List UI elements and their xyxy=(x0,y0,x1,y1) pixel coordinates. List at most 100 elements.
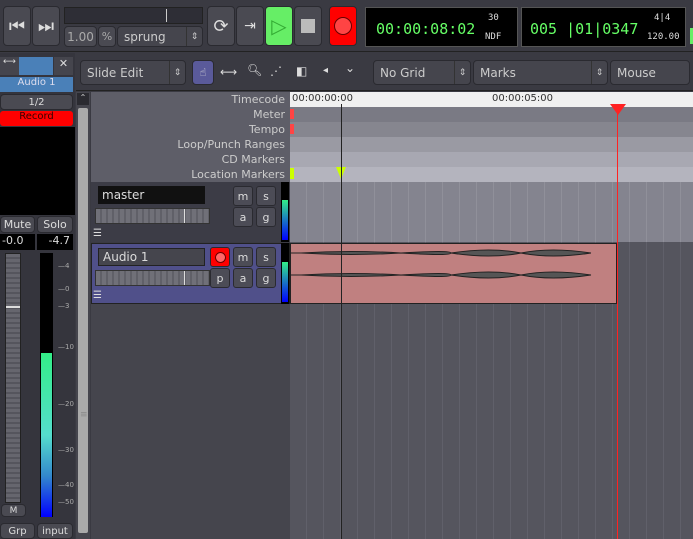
shuttle-unit[interactable]: % xyxy=(98,26,116,47)
play-range-button[interactable]: ⇥ xyxy=(236,6,264,46)
tempo-ruler[interactable] xyxy=(290,122,693,137)
meter-ruler[interactable] xyxy=(290,107,693,122)
stretch-tool-icon[interactable]: ◧ xyxy=(296,64,307,78)
primary-clock[interactable]: 00:00:08:02 30 NDF xyxy=(365,7,518,47)
solo-button[interactable]: s xyxy=(256,186,276,206)
secondary-clock-value: 005 |01|0347 xyxy=(530,20,639,38)
group-button[interactable]: g xyxy=(256,207,276,227)
timecode-ruler[interactable]: 00:00:00:00 00:00:05:00 xyxy=(290,92,693,107)
record-arm-button[interactable]: Record xyxy=(0,111,73,126)
vertical-scrollbar[interactable]: ⌃ xyxy=(76,92,90,539)
snap-label: Marks xyxy=(480,65,516,80)
grid-select[interactable]: No Grid ⇕ xyxy=(373,60,471,85)
gain-fader[interactable] xyxy=(5,253,21,503)
play-button[interactable]: ▷ xyxy=(265,6,293,46)
draw-tool-icon[interactable]: ⋰ xyxy=(270,64,282,78)
shuttle-mode-label: sprung xyxy=(124,29,166,44)
edit-point-label: Mouse xyxy=(617,65,656,80)
meter-point-button[interactable]: M xyxy=(1,504,26,517)
playhead-marker[interactable] xyxy=(610,104,626,115)
mute-button[interactable]: m xyxy=(233,186,253,206)
loop-punch-ruler[interactable] xyxy=(290,137,693,152)
solo-button[interactable]: Solo xyxy=(37,216,73,233)
range-tool-icon[interactable]: ⟷ xyxy=(220,65,237,79)
location-markers-ruler[interactable] xyxy=(290,167,693,182)
ruler-label-location-markers: Location Markers xyxy=(191,168,285,181)
track-master[interactable]: master m s a g ☰ xyxy=(91,182,693,242)
grab-tool-button[interactable]: ☝ xyxy=(192,60,214,85)
mute-button[interactable]: m xyxy=(233,247,253,267)
resize-handle[interactable]: ≡ xyxy=(80,410,88,420)
cd-markers-ruler[interactable] xyxy=(290,152,693,167)
timecode-tick: 00:00:05:00 xyxy=(492,93,554,104)
group-button[interactable]: g xyxy=(256,268,276,288)
goto-start-button[interactable]: ⏮ xyxy=(3,6,31,46)
shuttle-speed[interactable]: 1.00 xyxy=(64,26,97,47)
ruler-label-loop-punch: Loop/Punch Ranges xyxy=(177,138,285,151)
track-name-field[interactable]: Audio 1 xyxy=(98,248,205,266)
tempo-marker[interactable] xyxy=(290,124,294,134)
meter-tick: —40 xyxy=(58,481,74,489)
loop-icon: ⟳ xyxy=(213,15,229,37)
peak-display[interactable]: -4.7 xyxy=(37,234,73,250)
edit-point-select[interactable]: Mouse xyxy=(610,60,690,85)
strip-name-button[interactable]: Audio 1 xyxy=(0,77,73,92)
track-name-field[interactable]: master xyxy=(98,186,205,204)
track-gain-fader[interactable] xyxy=(95,208,210,224)
stop-button[interactable] xyxy=(294,6,322,46)
meter-tick: —50 xyxy=(58,498,74,506)
zoom-tool-icon[interactable]: 🔍︎ xyxy=(247,63,262,77)
hand-icon: ☝ xyxy=(199,66,207,79)
secondary-clock-meter: 4|4 xyxy=(654,13,671,23)
meter-marker[interactable] xyxy=(290,109,294,119)
group-button[interactable]: Grp xyxy=(0,523,35,539)
audition-tool-icon[interactable]: ◂ xyxy=(323,65,328,76)
track-audio-1[interactable]: Audio 1 m s p a g ☰ xyxy=(91,243,693,304)
goto-end-button[interactable]: ⏭ xyxy=(32,6,60,46)
record-button[interactable] xyxy=(329,6,357,46)
record-icon xyxy=(334,17,352,35)
grid-label: No Grid xyxy=(380,65,426,80)
edit-mode-label: Slide Edit xyxy=(87,65,144,80)
track-gain-fader[interactable] xyxy=(95,270,210,286)
track-menu-icon[interactable]: ☰ xyxy=(93,228,102,239)
secondary-clock[interactable]: 005 |01|0347 4|4 120.00 xyxy=(521,7,686,47)
gain-display[interactable]: -0.0 xyxy=(0,234,35,250)
input-button[interactable]: 1/2 xyxy=(0,94,73,110)
ruler-label-meter: Meter xyxy=(253,108,285,121)
meter-tick: —10 xyxy=(58,343,74,351)
primary-clock-mode: NDF xyxy=(485,32,502,42)
edit-mode-select[interactable]: Slide Edit ⇕ xyxy=(80,60,186,85)
chevron-updown-icon: ⇕ xyxy=(186,27,202,46)
stop-icon xyxy=(301,19,315,33)
input-label-button[interactable]: input xyxy=(37,523,73,539)
level-meter xyxy=(40,253,53,517)
solo-button[interactable]: s xyxy=(256,247,276,267)
meter-tick: —3 xyxy=(58,302,70,310)
primary-clock-value: 00:00:08:02 xyxy=(376,20,476,38)
track-meter xyxy=(281,182,289,242)
timecode-tick: 00:00:00:00 xyxy=(292,93,354,104)
track-menu-icon[interactable]: ☰ xyxy=(93,290,102,301)
playhead[interactable] xyxy=(617,104,618,539)
strip-width-button[interactable]: ⟷ xyxy=(0,57,19,75)
meter-tick: —0 xyxy=(58,285,70,293)
scroll-up-icon[interactable]: ⌃ xyxy=(77,93,89,105)
loop-button[interactable]: ⟳ xyxy=(207,6,235,46)
audio-region[interactable] xyxy=(290,243,617,304)
record-icon xyxy=(214,251,226,263)
automation-button[interactable]: a xyxy=(233,268,253,288)
record-arm-button[interactable] xyxy=(210,247,230,267)
snap-select[interactable]: Marks ⇕ xyxy=(473,60,608,85)
play-icon: ▷ xyxy=(271,14,287,38)
mute-button[interactable]: Mute xyxy=(0,216,35,233)
automation-button[interactable]: a xyxy=(233,207,253,227)
strip-close-icon[interactable]: ✕ xyxy=(54,57,73,75)
ruler-label-timecode: Timecode xyxy=(231,93,285,106)
playlist-button[interactable]: p xyxy=(210,268,230,288)
location-marker-start[interactable] xyxy=(290,168,294,179)
shuttle-mode-select[interactable]: sprung ⇕ xyxy=(117,26,203,47)
shuttle-slider[interactable] xyxy=(64,7,203,24)
chevron-down-icon[interactable]: ⌄ xyxy=(345,61,355,75)
primary-clock-fps: 30 xyxy=(488,13,499,23)
